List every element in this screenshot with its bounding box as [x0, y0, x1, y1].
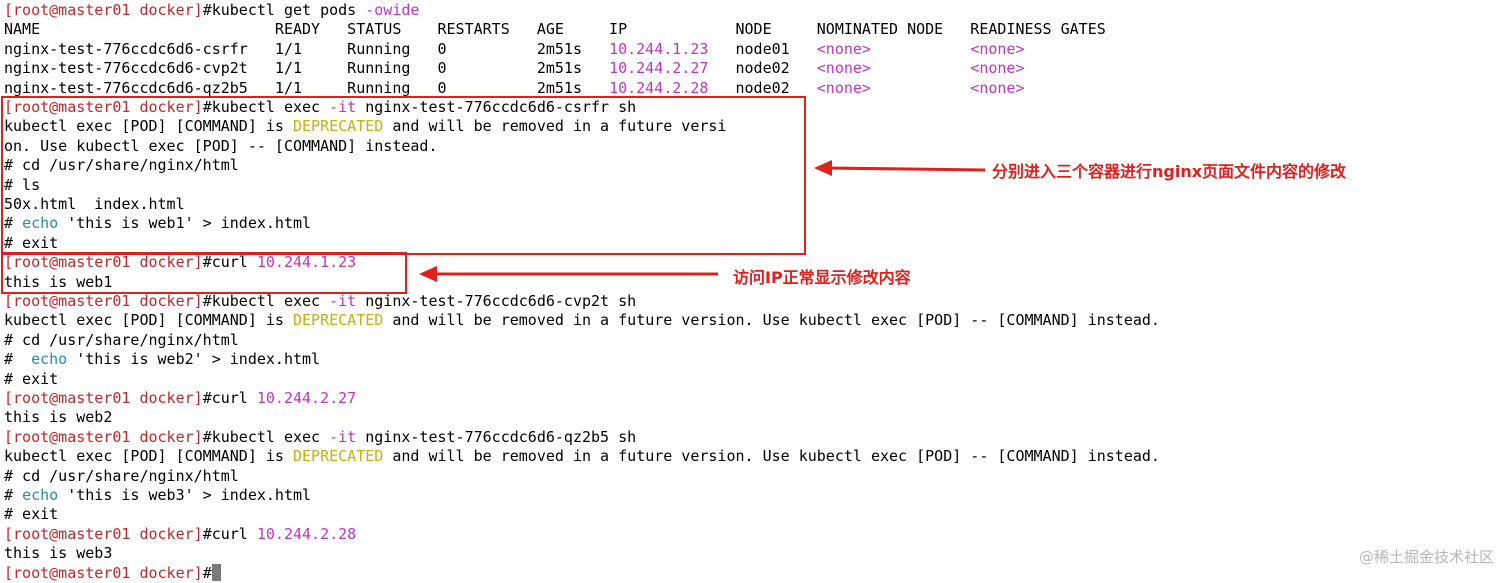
- annotation-curl-note: 访问IP正常显示修改内容: [733, 268, 911, 287]
- annotation-arrows: [419, 160, 986, 282]
- watermark-text: @稀土掘金技术社区: [1358, 548, 1494, 566]
- annotation-exec-note: 分别进入三个容器进行nginx页面文件内容的修改: [992, 162, 1347, 181]
- arrow-head-exec: [814, 160, 832, 176]
- arrow-to-exec-box: [824, 166, 986, 172]
- arrow-head-curl: [419, 266, 437, 282]
